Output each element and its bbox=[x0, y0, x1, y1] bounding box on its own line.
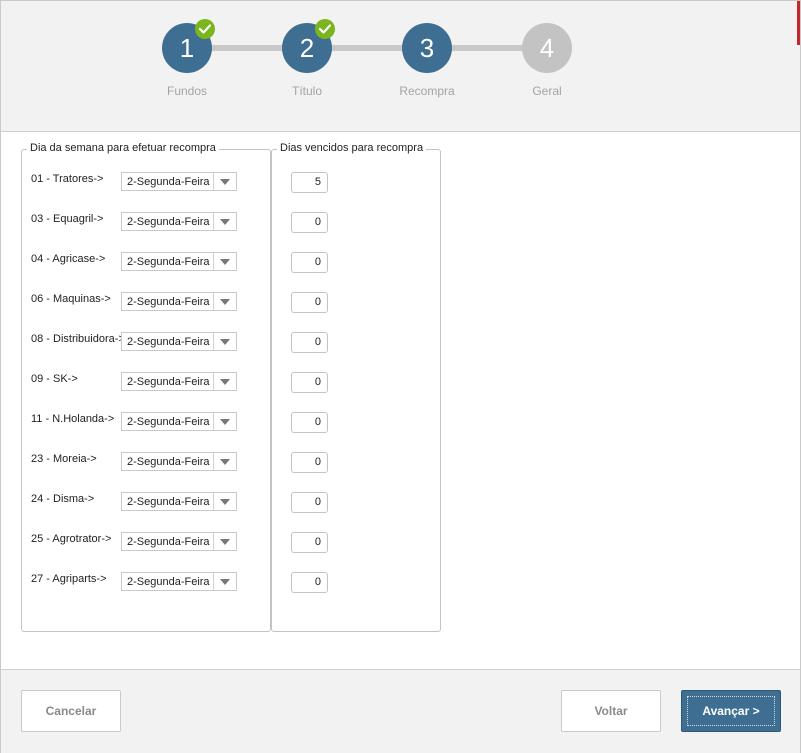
days-input[interactable]: 0 bbox=[291, 492, 328, 513]
wizard-progress-header: 1 Fundos 2 Título 3 Recompra 4 Geral bbox=[1, 1, 800, 132]
chevron-down-icon[interactable] bbox=[213, 493, 236, 510]
step-4-label: Geral bbox=[532, 84, 562, 98]
weekday-select[interactable]: 2-Segunda-Feira bbox=[121, 452, 237, 471]
days-input[interactable]: 0 bbox=[291, 532, 328, 553]
step-1-label: Fundos bbox=[166, 84, 208, 98]
weekday-select-value: 2-Segunda-Feira bbox=[127, 216, 210, 228]
window-edge-accent bbox=[797, 1, 800, 45]
days-input[interactable]: 0 bbox=[291, 332, 328, 353]
weekday-select-value: 2-Segunda-Feira bbox=[127, 536, 210, 548]
weekday-select-value: 2-Segunda-Feira bbox=[127, 576, 210, 588]
weekday-select[interactable]: 2-Segunda-Feira bbox=[121, 492, 237, 511]
days-input[interactable]: 5 bbox=[291, 172, 328, 193]
row-label: 24 - Disma-> bbox=[31, 493, 95, 505]
step-connector-3-4 bbox=[451, 45, 523, 51]
weekday-select-value: 2-Segunda-Feira bbox=[127, 176, 210, 188]
chevron-down-icon[interactable] bbox=[213, 533, 236, 550]
weekday-select-value: 2-Segunda-Feira bbox=[127, 416, 210, 428]
chevron-down-icon[interactable] bbox=[213, 573, 236, 590]
days-input[interactable]: 0 bbox=[291, 212, 328, 233]
focus-ring bbox=[687, 696, 775, 726]
weekday-select[interactable]: 2-Segunda-Feira bbox=[121, 212, 237, 231]
weekday-select-value: 2-Segunda-Feira bbox=[127, 456, 210, 468]
weekday-select-value: 2-Segunda-Feira bbox=[127, 336, 210, 348]
weekday-select[interactable]: 2-Segunda-Feira bbox=[121, 372, 237, 391]
cancel-button[interactable]: Cancelar bbox=[21, 690, 121, 732]
row-label: 03 - Equagril-> bbox=[31, 213, 104, 225]
weekday-select[interactable]: 2-Segunda-Feira bbox=[121, 252, 237, 271]
chevron-down-icon[interactable] bbox=[213, 413, 236, 430]
row-label: 25 - Agrotrator-> bbox=[31, 533, 112, 545]
weekday-select-value: 2-Segunda-Feira bbox=[127, 496, 210, 508]
row-label: 06 - Maquinas-> bbox=[31, 293, 111, 305]
chevron-down-icon[interactable] bbox=[213, 253, 236, 270]
days-input[interactable]: 0 bbox=[291, 412, 328, 433]
chevron-down-icon[interactable] bbox=[213, 213, 236, 230]
days-input[interactable]: 0 bbox=[291, 292, 328, 313]
step-connector-2-3 bbox=[331, 45, 403, 51]
row-label: 04 - Agricase-> bbox=[31, 253, 106, 265]
days-input[interactable]: 0 bbox=[291, 572, 328, 593]
weekday-select[interactable]: 2-Segunda-Feira bbox=[121, 532, 237, 551]
step-connector-1-2 bbox=[211, 45, 283, 51]
weekday-select[interactable]: 2-Segunda-Feira bbox=[121, 332, 237, 351]
row-label: 11 - N.Holanda-> bbox=[31, 413, 115, 425]
days-input[interactable]: 0 bbox=[291, 252, 328, 273]
step-3-circle: 3 bbox=[402, 23, 452, 73]
weekday-select-value: 2-Segunda-Feira bbox=[127, 376, 210, 388]
wizard-footer: Cancelar Voltar Avançar > bbox=[1, 669, 800, 753]
days-group-legend: Dias vencidos para recompra bbox=[277, 142, 427, 154]
wizard-window: 1 Fundos 2 Título 3 Recompra 4 Geral Dia… bbox=[0, 0, 801, 753]
chevron-down-icon[interactable] bbox=[213, 453, 236, 470]
weekday-select[interactable]: 2-Segunda-Feira bbox=[121, 172, 237, 191]
days-input[interactable]: 0 bbox=[291, 372, 328, 393]
step-2-check-icon bbox=[315, 19, 335, 39]
weekday-group-legend: Dia da semana para efetuar recompra bbox=[27, 142, 219, 154]
chevron-down-icon[interactable] bbox=[213, 293, 236, 310]
row-label: 23 - Moreia-> bbox=[31, 453, 97, 465]
chevron-down-icon[interactable] bbox=[213, 173, 236, 190]
back-button[interactable]: Voltar bbox=[561, 690, 661, 732]
weekday-select[interactable]: 2-Segunda-Feira bbox=[121, 572, 237, 591]
weekday-select[interactable]: 2-Segunda-Feira bbox=[121, 412, 237, 431]
step-2-label: Título bbox=[291, 84, 322, 98]
step-1-check-icon bbox=[195, 19, 215, 39]
weekday-select[interactable]: 2-Segunda-Feira bbox=[121, 292, 237, 311]
days-input[interactable]: 0 bbox=[291, 452, 328, 473]
row-label: 09 - SK-> bbox=[31, 373, 78, 385]
row-label: 27 - Agriparts-> bbox=[31, 573, 107, 585]
row-label: 08 - Distribuidora-> bbox=[31, 333, 125, 345]
step-3-label: Recompra bbox=[399, 84, 455, 98]
next-button[interactable]: Avançar > bbox=[681, 690, 781, 732]
row-label: 01 - Tratores-> bbox=[31, 173, 104, 185]
step-4-circle: 4 bbox=[522, 23, 572, 73]
chevron-down-icon[interactable] bbox=[213, 373, 236, 390]
weekday-select-value: 2-Segunda-Feira bbox=[127, 256, 210, 268]
weekday-select-value: 2-Segunda-Feira bbox=[127, 296, 210, 308]
chevron-down-icon[interactable] bbox=[213, 333, 236, 350]
